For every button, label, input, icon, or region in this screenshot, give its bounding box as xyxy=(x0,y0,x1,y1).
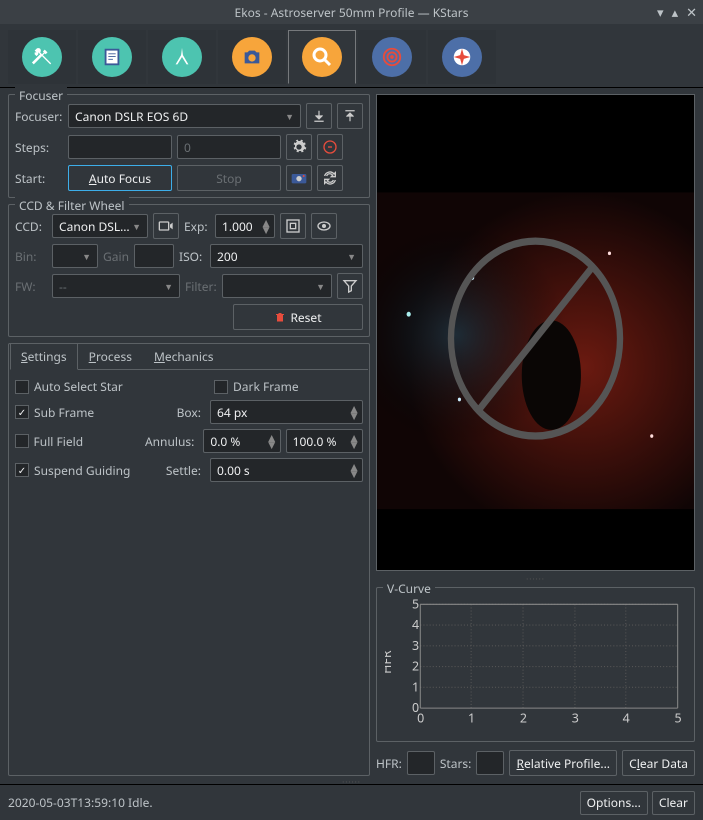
tab-setup[interactable] xyxy=(8,30,76,84)
filter-settings-button[interactable] xyxy=(337,273,363,299)
window-title: Ekos - Astroserver 50mm Profile — KStars xyxy=(235,4,469,21)
exp-label: Exp: xyxy=(184,218,210,235)
hfr-value xyxy=(407,751,435,775)
module-tabs xyxy=(0,24,703,88)
tab-align[interactable] xyxy=(358,30,426,84)
svg-text:5: 5 xyxy=(412,596,419,612)
preview-panel[interactable] xyxy=(376,94,695,571)
svg-text:0: 0 xyxy=(417,710,424,727)
vcurve-chart: HFR 012345 012345 xyxy=(385,596,686,736)
ccd-combo[interactable]: Canon DSLR E▼ xyxy=(52,214,148,238)
minimize-icon[interactable]: ▾ xyxy=(657,3,664,21)
loop-button[interactable] xyxy=(317,165,343,191)
annulus-low-spin[interactable]: 0.0 %▲▼ xyxy=(203,429,280,453)
svg-text:5: 5 xyxy=(675,710,682,727)
ccd-group: CCD & Filter Wheel CCD: Canon DSLR E▼ Ex… xyxy=(8,204,370,337)
bin-label: Bin: xyxy=(15,248,47,265)
hfr-label: HFR: xyxy=(376,755,402,772)
auto-select-star-check[interactable] xyxy=(15,380,29,394)
svg-text:1: 1 xyxy=(468,710,475,727)
suspend-guiding-check[interactable]: ✓ xyxy=(15,463,29,477)
tab-scheduler[interactable] xyxy=(78,30,146,84)
full-field-check[interactable] xyxy=(15,434,29,448)
steps-label: Steps: xyxy=(15,139,63,156)
tab-guide[interactable] xyxy=(428,30,496,84)
tab-mechanics[interactable]: Mechanics xyxy=(143,343,225,369)
box-spin[interactable]: 64 px▲▼ xyxy=(210,400,363,424)
full-field-label: Full Field xyxy=(34,433,130,450)
start-label: Start: xyxy=(15,170,63,187)
maximize-icon[interactable]: ▴ xyxy=(672,3,679,21)
fullframe-button[interactable] xyxy=(280,213,306,239)
tab-focus[interactable] xyxy=(288,30,356,84)
tab-process[interactable]: Process xyxy=(78,343,143,369)
settings-gear-button[interactable] xyxy=(286,134,312,160)
ccd-label: CCD: xyxy=(15,218,47,235)
iso-label: ISO: xyxy=(179,248,205,265)
annulus-high-spin[interactable]: 100.0 %▲▼ xyxy=(286,429,363,453)
options-button[interactable]: Options... xyxy=(580,791,648,815)
dark-frame-check[interactable] xyxy=(214,380,228,394)
titlebar: Ekos - Astroserver 50mm Profile — KStars… xyxy=(0,0,703,24)
relative-profile-button[interactable]: Relative Profile... xyxy=(509,750,617,776)
settings-panel: Settings Process Mechanics Auto Select S… xyxy=(8,343,370,776)
iso-combo[interactable]: 200▼ xyxy=(210,244,363,268)
statusbar: 2020-05-03T13:59:10 Idle. Options... Cle… xyxy=(0,784,703,820)
settle-spin[interactable]: 0.00 s▲▼ xyxy=(210,458,363,482)
vcurve-group: V-Curve HFR 012345 012345 xyxy=(376,587,695,742)
stop-icon-button[interactable] xyxy=(317,134,343,160)
tab-settings[interactable]: Settings xyxy=(10,343,78,370)
svg-text:4: 4 xyxy=(623,710,630,727)
steps-current xyxy=(68,135,172,159)
tab-mount[interactable] xyxy=(148,30,216,84)
gain-input xyxy=(134,244,174,268)
subframe-label: Sub Frame xyxy=(34,404,134,421)
box-label: Box: xyxy=(139,404,201,421)
toggle-button[interactable] xyxy=(311,213,337,239)
auto-select-star-label: Auto Select Star xyxy=(34,378,209,395)
exp-spin[interactable]: 1.000▲▼ xyxy=(215,214,275,238)
svg-text:3: 3 xyxy=(572,710,579,727)
filter-combo: ▼ xyxy=(222,274,332,298)
svg-text:3: 3 xyxy=(412,637,419,654)
bin-combo: ▼ xyxy=(52,244,98,268)
svg-text:4: 4 xyxy=(412,616,419,633)
close-icon[interactable]: ✕ xyxy=(686,3,697,21)
annulus-label: Annulus: xyxy=(135,433,195,450)
fw-combo: --▼ xyxy=(52,274,180,298)
stars-label: Stars: xyxy=(440,755,472,772)
focuser-label: Focuser: xyxy=(15,108,63,125)
clear-data-button[interactable]: Clear Data xyxy=(622,750,695,776)
focus-in-button[interactable] xyxy=(306,103,332,129)
svg-text:2: 2 xyxy=(412,658,419,675)
clear-button[interactable]: Clear xyxy=(652,791,695,815)
steps-input[interactable]: 0 xyxy=(177,135,281,159)
dark-frame-label: Dark Frame xyxy=(233,378,363,395)
svg-text:HFR: HFR xyxy=(385,650,395,674)
ccd-title: CCD & Filter Wheel xyxy=(15,197,129,214)
fw-label: FW: xyxy=(15,278,47,295)
gain-label: Gain xyxy=(103,248,129,265)
autofocus-button[interactable]: Auto Focus xyxy=(68,165,172,191)
svg-text:2: 2 xyxy=(520,710,527,727)
svg-text:1: 1 xyxy=(412,678,419,695)
live-video-button[interactable] xyxy=(153,213,179,239)
filter-label: Filter: xyxy=(185,278,217,295)
status-text: 2020-05-03T13:59:10 Idle. xyxy=(8,794,153,811)
vcurve-title: V-Curve xyxy=(383,580,435,597)
focus-out-button[interactable] xyxy=(337,103,363,129)
settle-label: Settle: xyxy=(139,462,201,479)
sub-frame-check[interactable]: ✓ xyxy=(15,405,29,419)
stars-value xyxy=(476,751,504,775)
capture-button[interactable] xyxy=(286,165,312,191)
stop-button[interactable]: Stop xyxy=(177,165,281,191)
reset-button[interactable]: Reset xyxy=(233,304,363,330)
tab-capture[interactable] xyxy=(218,30,286,84)
suspend-guiding-label: Suspend Guiding xyxy=(34,462,134,479)
focuser-combo[interactable]: Canon DSLR EOS 6D▼ xyxy=(68,104,301,128)
focuser-group: Focuser Focuser: Canon DSLR EOS 6D▼ Step… xyxy=(8,94,370,198)
focuser-title: Focuser xyxy=(15,87,67,104)
